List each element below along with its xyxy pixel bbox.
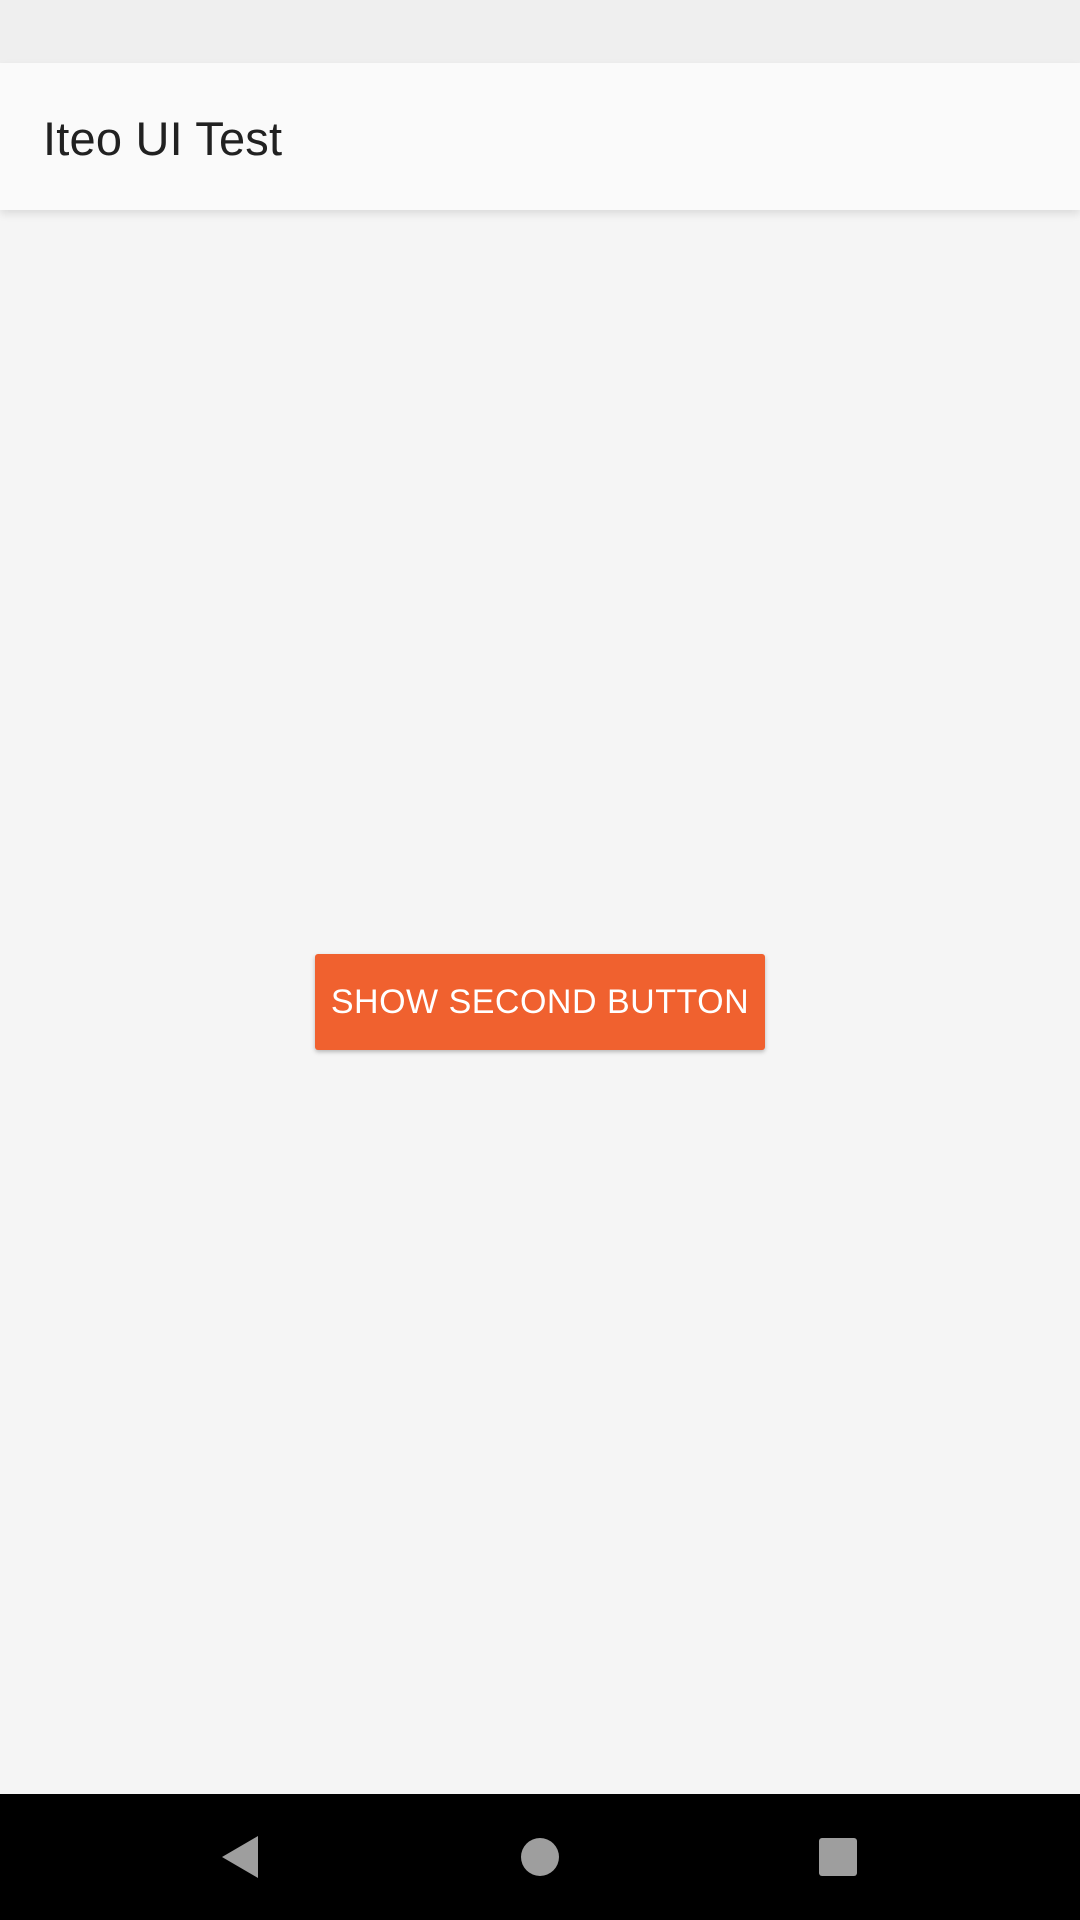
recents-square-icon [819,1838,857,1876]
main-content: SHOW SECOND BUTTON [0,210,1080,1794]
back-triangle-icon [222,1836,258,1878]
status-bar [0,0,1080,63]
app-bar: Iteo UI Test [0,63,1080,210]
home-button[interactable] [510,1827,570,1887]
show-second-button[interactable]: SHOW SECOND BUTTON [315,954,765,1050]
back-button[interactable] [210,1827,270,1887]
system-navigation-bar [0,1794,1080,1920]
app-screen: Iteo UI Test SHOW SECOND BUTTON [0,0,1080,1920]
recents-button[interactable] [808,1827,868,1887]
app-title: Iteo UI Test [43,112,283,165]
home-circle-icon [521,1838,559,1876]
